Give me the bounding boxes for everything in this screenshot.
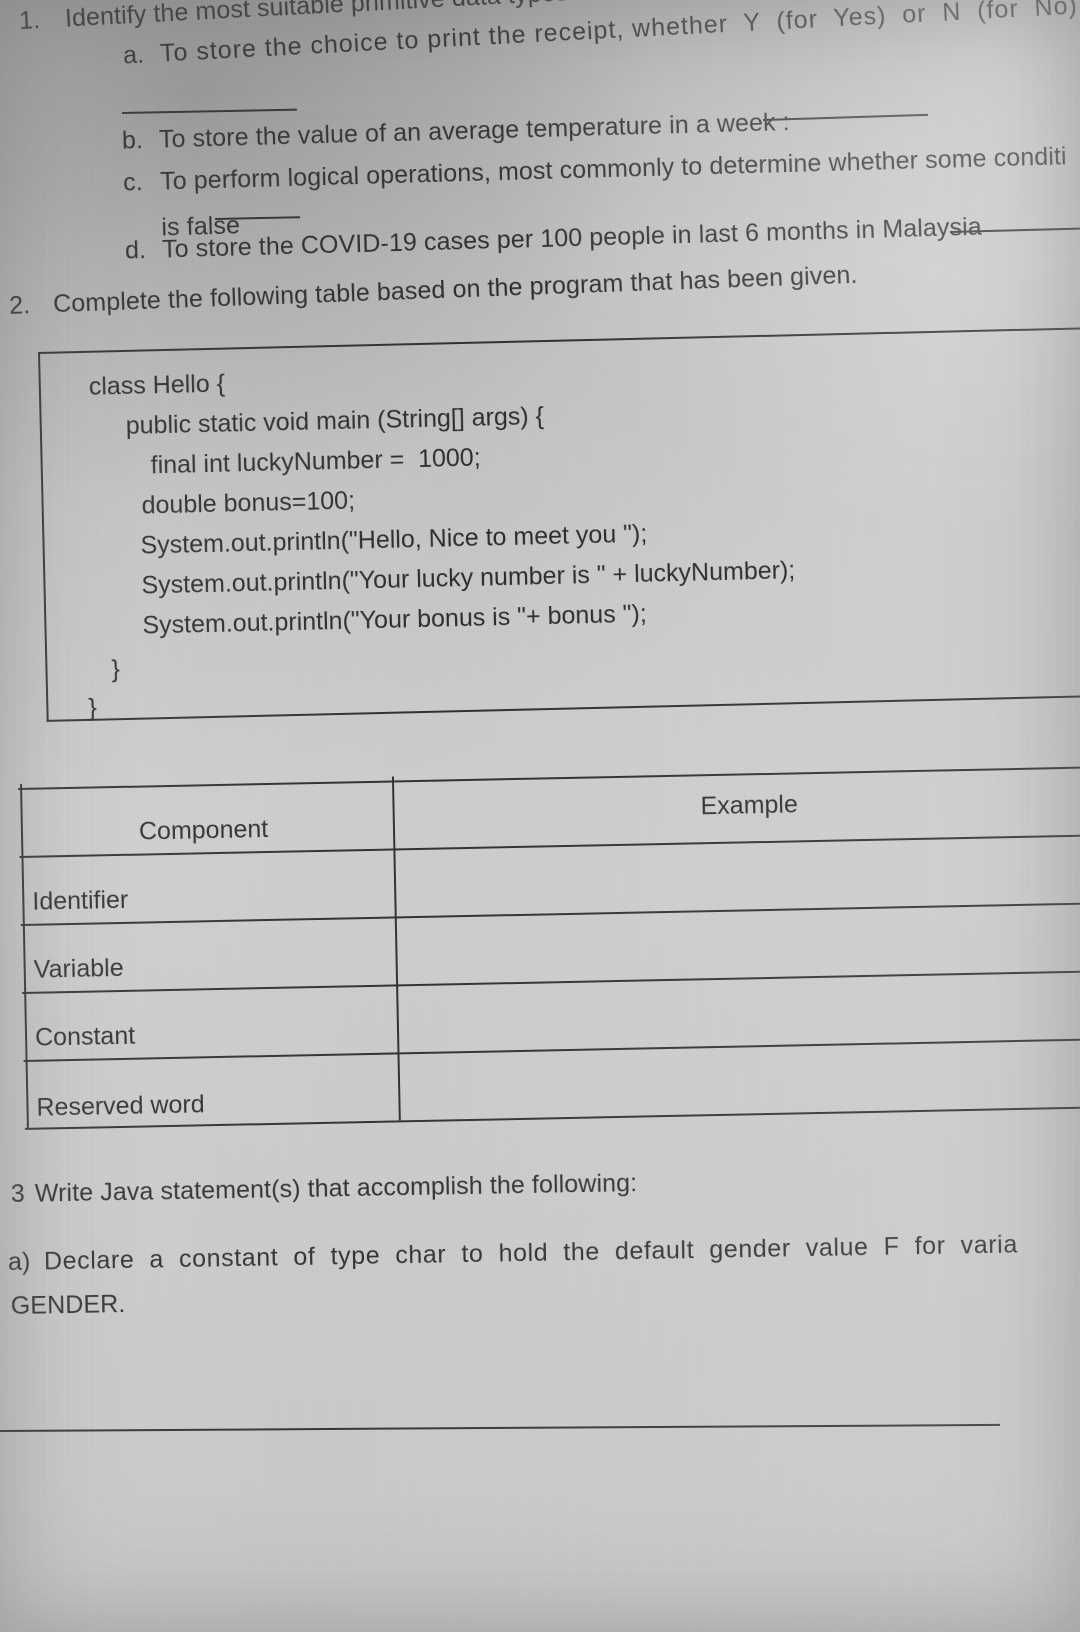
question-3-number: 3 xyxy=(10,1179,26,1208)
question-3-stem: Write Java statement(s) that accomplish … xyxy=(34,1169,638,1208)
scanned-worksheet-page: 1. Identify the most suitable primitive … xyxy=(0,0,1080,1632)
question-3-item-a-text: Declare a constant of type char to hold … xyxy=(43,1230,1019,1276)
question-3-item-a-text-continued: GENDER. xyxy=(10,1290,126,1321)
question-3-section: 3 Write Java statement(s) that accomplis… xyxy=(0,0,1080,1632)
question-3-item-a-answer-rule[interactable] xyxy=(0,1423,1000,1432)
question-3-item-a-label: a) xyxy=(7,1247,31,1277)
